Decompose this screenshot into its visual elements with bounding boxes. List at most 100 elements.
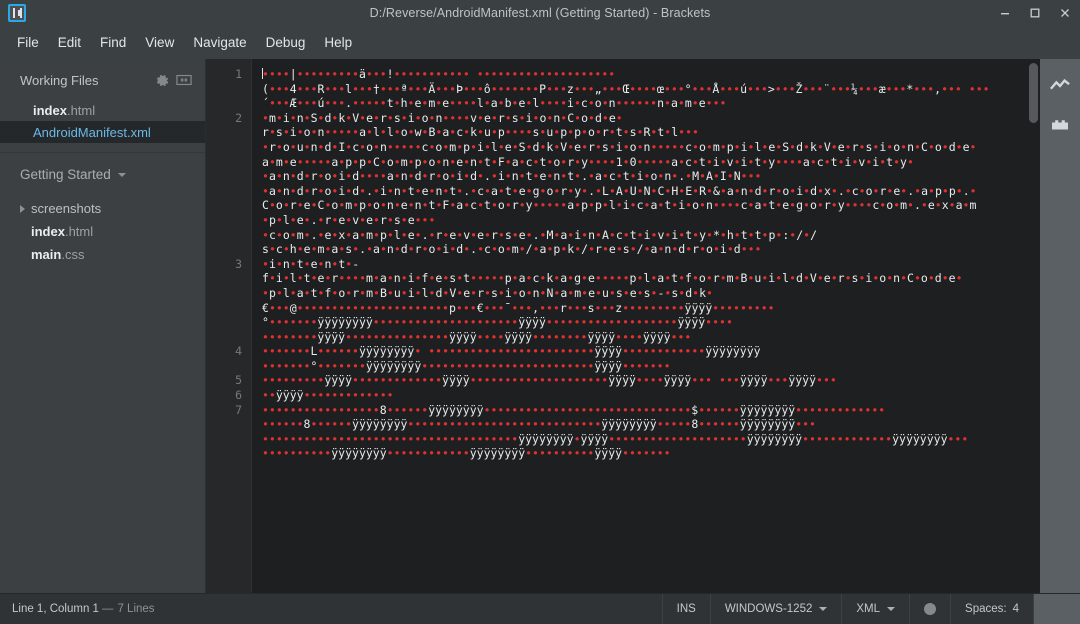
code-char: i	[525, 110, 533, 125]
code-text: m•i•n•S•d•k•V•e•r•s•i•o•n	[269, 111, 442, 125]
code-content[interactable]: ••••|•••••••••ä•••!••••••••••• •••••••••…	[252, 59, 1040, 593]
working-file-index-html[interactable]: index .html	[0, 99, 205, 121]
code-line[interactable]: ••••••••ÿÿÿÿ•••••••••••••••ÿÿÿÿ••••ÿÿÿÿ•…	[262, 330, 1040, 345]
code-char: p	[359, 154, 366, 169]
code-char: e	[927, 198, 935, 213]
code-text: a•n•d•r•o•i•d	[269, 169, 359, 183]
code-line[interactable]: ••••••8••••••ÿÿÿÿÿÿÿÿ•••••••••••••••••••…	[262, 417, 1040, 432]
code-char: s	[643, 285, 651, 300]
status-indicator[interactable]	[909, 594, 950, 624]
indent-selector[interactable]: Spaces: 4	[950, 594, 1033, 624]
code-line[interactable]: •i•n•t•e•n•t•-	[262, 257, 1040, 272]
control-char-dots: •••••••	[262, 358, 311, 373]
code-line[interactable]: ••ÿÿÿÿ•••••••••••••	[262, 388, 1040, 403]
maximize-icon[interactable]	[1020, 0, 1050, 26]
control-char-dots: •••	[830, 81, 851, 96]
control-char-dot: •	[893, 154, 901, 169]
code-line[interactable]: •c•o•m•.•e•x•a•m•p•l•e•.•r•e•v•e•r•s•e•.…	[262, 228, 1040, 243]
code-text: ÿÿÿÿÿÿÿÿ	[331, 446, 387, 461]
code-line[interactable]: •••••••L••••••ÿÿÿÿÿÿÿÿ• ••••••••••••••••…	[262, 344, 1040, 359]
code-char: s	[615, 285, 623, 300]
insert-mode-toggle[interactable]: INS	[661, 594, 710, 624]
file-ext: .css	[61, 247, 85, 262]
working-file-androidmanifest-xml[interactable]: AndroidManifest .xml	[0, 121, 205, 143]
tree-file-index-html[interactable]: index .html	[0, 220, 205, 243]
code-char: o	[698, 139, 706, 154]
code-line[interactable]: ••••••••••ÿÿÿÿÿÿÿÿ••••••••••••ÿÿÿÿÿÿÿÿ••…	[262, 446, 1040, 461]
code-editor[interactable]: 1234567 ••••|•••••••••ä•••!••••••••••• •…	[206, 59, 1040, 593]
code-line[interactable]: ••••|•••••••••ä•••!••••••••••• •••••••••…	[262, 67, 1040, 82]
code-line[interactable]: •p•l•e•.•r•e•v•e•r•s•e•••	[262, 213, 1040, 228]
project-name: Getting Started	[20, 166, 111, 182]
project-header[interactable]: Getting Started	[0, 157, 205, 191]
code-char: m	[296, 227, 304, 242]
menu-item-find[interactable]: Find	[91, 30, 135, 55]
code-line[interactable]: ´•••Æ•••ú•••.•••••t•h•e•m•e••••l•a•b•e•l…	[262, 96, 1040, 111]
menu-item-file[interactable]: File	[8, 30, 48, 55]
code-line[interactable]: •••••••••ÿÿÿÿ•••••••••••••ÿÿÿÿ••••••••••…	[262, 373, 1040, 388]
control-char-dots: •••	[802, 81, 824, 96]
control-char-dot: •	[414, 227, 422, 242]
control-char-dot: •	[525, 285, 533, 300]
code-line[interactable]: •••••••••••••••••••••••••••••••••••••ÿÿÿ…	[262, 432, 1040, 447]
code-line[interactable]: •m•i•n•S•d•k•V•e•r•s•i•o•n••••v•e•r•s•i•…	[262, 111, 1040, 126]
code-line[interactable]: a•m•e•••••a•p•p•C•o•m•p•o•n•e•n•t•F•a•c•…	[262, 155, 1040, 170]
code-char: V	[823, 139, 831, 154]
encoding-selector[interactable]: WINDOWS-1252	[709, 594, 842, 624]
code-line[interactable]: •a•n•d•r•o•i•d••••a•n•d•r•o•i•d•.•i•n•t•…	[262, 169, 1040, 184]
code-line[interactable]: •p•l•a•t•f•o•r•m•B•u•i•l•d•V•e•r•s•i•o•n…	[262, 286, 1040, 301]
gear-icon[interactable]	[151, 69, 173, 91]
tree-file-main-css[interactable]: main .css	[0, 243, 205, 266]
menu-item-help[interactable]: Help	[315, 30, 361, 55]
code-char: t	[622, 169, 630, 184]
code-char: I	[719, 169, 727, 184]
code-char: r	[595, 242, 602, 257]
code-line[interactable]: C•o•r•e•C•o•m•p•o•n•e•n•t•F•a•c•t•o•r•y•…	[262, 198, 1040, 213]
code-char: A	[705, 169, 713, 184]
code-line[interactable]: °•••••••ÿÿÿÿÿÿÿÿ•••••••••••••••••••••ÿÿÿ…	[262, 315, 1040, 330]
code-line[interactable]: (•••4•••R•••l•••†•••ª•••Ä•••Þ•••ô•••••••…	[262, 82, 1040, 97]
editor-scrollbar[interactable]	[1029, 63, 1038, 123]
code-line[interactable]: •a•n•d•r•o•i•d•.•i•n•t•e•n•t•.•c•a•t•e•g…	[262, 184, 1040, 199]
code-line[interactable]: •••••••••••••••••8••••••ÿÿÿÿÿÿÿÿ••••••••…	[262, 403, 1040, 418]
code-line[interactable]: s•c•h•e•m•a•s•.•a•n•d•r•o•i•d•.•c•o•m•/•…	[262, 242, 1040, 257]
extension-manager-icon[interactable]	[1045, 109, 1075, 139]
code-char: w	[414, 125, 422, 140]
control-char-dot: •	[678, 154, 686, 169]
code-line[interactable]: •r•o•u•n•d•I•c•o•n•••••c•o•m•p•i•l•e•S•d…	[262, 140, 1040, 155]
control-char-dot: •	[490, 242, 498, 257]
code-text: ÿÿÿÿ	[324, 373, 353, 388]
code-text: ÿÿÿÿÿÿÿÿ	[746, 431, 803, 446]
code-text: ÿÿÿÿ	[684, 300, 713, 315]
file-ext: .html	[64, 224, 94, 239]
control-char-dots: •••••••••	[622, 300, 685, 315]
split-view-icon[interactable]	[173, 69, 195, 91]
control-char-dot: •	[518, 198, 526, 213]
code-char: /	[525, 242, 533, 257]
language-selector[interactable]: XML	[841, 594, 909, 624]
line-number: 1	[235, 67, 242, 81]
code-char: a	[511, 154, 519, 169]
code-line[interactable]: •••••••°•••••••ÿÿÿÿÿÿÿÿ•••••••••••••••••…	[262, 359, 1040, 374]
minimize-icon[interactable]	[990, 0, 1020, 26]
code-line[interactable]: f•i•l•t•e•r••••m•a•n•i•f•e•s•t•••••p•a•c…	[262, 271, 1040, 286]
code-text: ´	[262, 96, 269, 111]
live-preview-icon[interactable]	[1045, 71, 1075, 101]
code-char: .	[962, 183, 970, 198]
code-char: t	[525, 169, 533, 184]
menu-item-edit[interactable]: Edit	[49, 30, 90, 55]
tree-folder-screenshots[interactable]: screenshots	[0, 197, 205, 220]
control-char-dot: •	[733, 183, 741, 198]
code-text: s	[587, 300, 595, 315]
menu-item-debug[interactable]: Debug	[257, 30, 315, 55]
close-icon[interactable]	[1050, 0, 1080, 26]
control-char-dot: •	[484, 227, 491, 242]
code-line[interactable]: r•s•i•o•n•••••a•l•l•o•w•B•a•c•k•u•p••••s…	[262, 125, 1040, 140]
control-char-dot: •	[726, 242, 734, 257]
control-char-dot: •	[303, 183, 311, 198]
menu-item-navigate[interactable]: Navigate	[184, 30, 255, 55]
control-char-dot: •	[275, 139, 283, 154]
code-line[interactable]: €•••@••••••••••••••••••••••p•••€•••¯•••,…	[262, 301, 1040, 316]
code-text: ÿÿÿÿÿÿÿÿ	[705, 344, 761, 359]
menu-item-view[interactable]: View	[136, 30, 183, 55]
